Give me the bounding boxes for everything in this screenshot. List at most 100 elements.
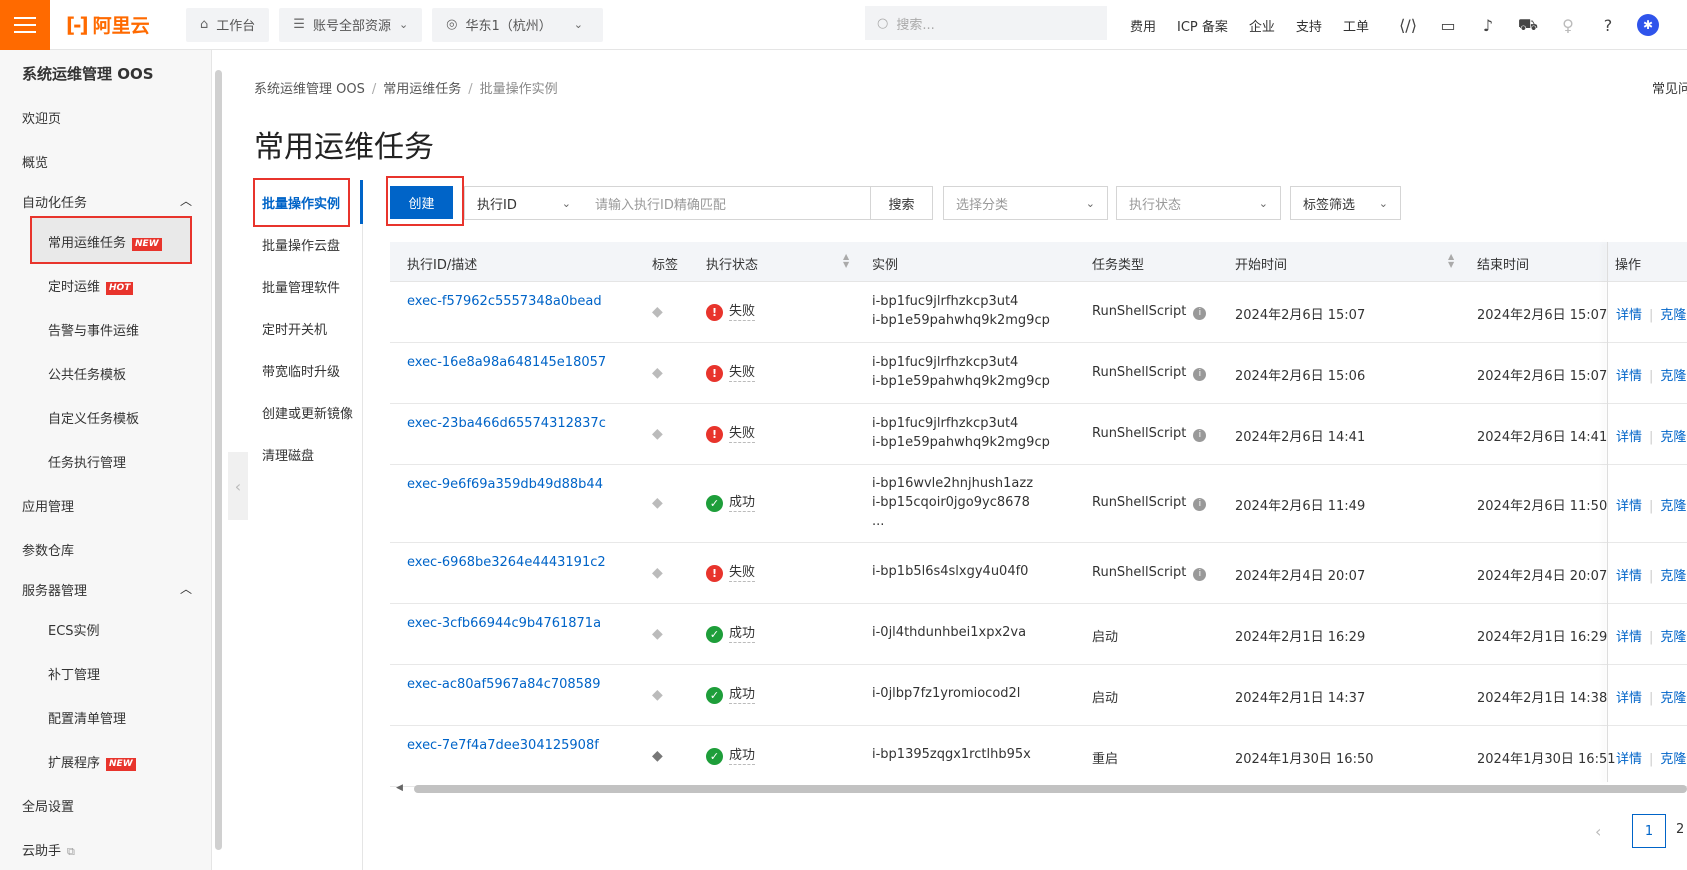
execution-id-input[interactable]: 请输入执行ID精确匹配 [583,186,871,220]
sort-icon[interactable]: ▲ ▼ [1448,253,1454,269]
status-label[interactable]: 失败 [729,565,756,582]
sidebar-item-scheduled[interactable]: 定时运维 HOT [48,276,134,295]
subnav-item-scheduled-power[interactable]: 定时开关机 [262,319,327,338]
status-label[interactable]: 成功 [729,495,756,512]
status-label[interactable]: 失败 [729,426,756,443]
sidebar-scrollbar[interactable] [215,70,222,850]
tag-icon[interactable]: ◆ [652,687,663,703]
cart-icon[interactable]: ⛟ [1517,15,1539,36]
detail-link[interactable]: 详情 [1616,308,1642,323]
status-label[interactable]: 成功 [729,626,756,643]
chevron-up-icon[interactable]: ︿ [180,192,192,209]
resources-dropdown[interactable]: ☰ 账号全部资源 ⌄ [279,7,423,42]
tag-icon[interactable]: ◆ [652,304,663,320]
execution-id-link[interactable]: exec-23ba466d65574312837c [407,416,606,431]
top-link-fee[interactable]: 费用 [1130,16,1156,35]
info-icon[interactable]: i [1193,306,1207,320]
horizontal-scrollbar[interactable]: ◀ [393,783,1687,795]
collapse-sidebar-button[interactable]: ‹ [228,452,248,520]
category-select[interactable]: 选择分类 ⌄ [943,186,1108,220]
subnav-item-bandwidth[interactable]: 带宽临时升级 [262,361,340,380]
execution-id-link[interactable]: exec-16e8a98a648145e18057 [407,355,606,370]
status-label[interactable]: 失败 [729,304,756,321]
tag-icon[interactable]: ◆ [652,495,663,511]
detail-link[interactable]: 详情 [1616,499,1642,514]
top-link-enterprise[interactable]: 企业 [1249,16,1275,35]
sidebar-item-welcome[interactable]: 欢迎页 [22,108,61,127]
status-label[interactable]: 失败 [729,365,756,382]
sort-icon[interactable]: ▲ ▼ [843,253,849,269]
sidebar-item-extensions[interactable]: 扩展程序 NEW [48,752,136,771]
avatar-icon[interactable]: ✱ [1637,14,1659,36]
sidebar-item-inventory[interactable]: 配置清单管理 [48,708,126,727]
execution-id-link[interactable]: exec-6968be3264e4443191c2 [407,555,606,570]
faq-link[interactable]: 常见问 [1652,78,1687,97]
sidebar-item-common-tasks[interactable]: 常用运维任务 NEW [48,232,162,251]
execution-id-link[interactable]: exec-ac80af5967a84c708589 [407,677,600,692]
breadcrumb-item-oos[interactable]: 系统运维管理 OOS [254,82,365,97]
bulb-icon[interactable]: ♀ [1557,16,1579,35]
help-icon[interactable]: ? [1597,16,1619,35]
breadcrumb-item-common-tasks[interactable]: 常用运维任务 [383,82,461,97]
sidebar-group-server[interactable]: 服务器管理 [22,580,87,599]
execution-id-link[interactable]: exec-f57962c5557348a0bead [407,294,602,309]
terminal-icon[interactable]: ▭ [1437,16,1459,35]
clone-link[interactable]: 克隆 [1660,499,1686,514]
field-select[interactable]: 执行ID ⌄ [464,186,584,220]
logo[interactable]: [-] 阿里云 [66,11,176,38]
workbench-button[interactable]: ⌂ 工作台 [186,7,270,42]
page-button-1[interactable]: 1 [1632,814,1666,848]
execution-id-link[interactable]: exec-9e6f69a359db49d88b44 [407,477,603,492]
sidebar-item-public-templates[interactable]: 公共任务模板 [48,364,126,383]
detail-link[interactable]: 详情 [1616,630,1642,645]
sidebar-item-param-store[interactable]: 参数仓库 [22,540,74,559]
clone-link[interactable]: 克隆 [1660,630,1686,645]
bell-icon[interactable]: ♪ [1477,16,1499,35]
tag-icon[interactable]: ◆ [652,565,663,581]
detail-link[interactable]: 详情 [1616,430,1642,445]
subnav-item-image[interactable]: 创建或更新镜像 [262,403,353,422]
clone-link[interactable]: 克隆 [1660,752,1686,767]
clone-link[interactable]: 克隆 [1660,308,1686,323]
sidebar-item-global-settings[interactable]: 全局设置 [22,796,74,815]
search-button[interactable]: 搜索 [870,186,933,220]
sidebar-item-patch[interactable]: 补丁管理 [48,664,100,683]
clone-link[interactable]: 克隆 [1660,430,1686,445]
tag-icon[interactable]: ◆ [652,365,663,381]
subnav-item-batch-disks[interactable]: 批量操作云盘 [262,235,340,254]
sidebar-item-assistant[interactable]: 云助手 ⧉ [22,840,75,859]
sidebar-item-alarm[interactable]: 告警与事件运维 [48,320,139,339]
subnav-item-clean-disk[interactable]: 清理磁盘 [262,445,314,464]
tag-icon[interactable]: ◆ [652,626,663,642]
code-icon[interactable]: ⟨/⟩ [1397,16,1419,35]
prev-page-icon[interactable]: ‹ [1595,822,1601,841]
info-icon[interactable]: i [1193,428,1207,442]
subnav-item-batch-instances[interactable]: 批量操作实例 [262,193,340,212]
status-select[interactable]: 执行状态 ⌄ [1116,186,1281,220]
status-label[interactable]: 成功 [729,748,756,765]
create-button[interactable]: 创建 [390,186,453,219]
subnav-item-batch-software[interactable]: 批量管理软件 [262,277,340,296]
tag-filter-button[interactable]: 标签筛选 ⌄ [1290,186,1401,220]
detail-link[interactable]: 详情 [1616,569,1642,584]
chevron-up-icon[interactable]: ︿ [180,580,192,597]
sidebar-item-overview[interactable]: 概览 [22,152,48,171]
tag-icon[interactable]: ◆ [652,426,663,442]
clone-link[interactable]: 克隆 [1660,691,1686,706]
info-icon[interactable]: i [1193,567,1207,581]
region-dropdown[interactable]: ◎ 华东1（杭州） ⌄ [432,7,604,42]
menu-icon[interactable] [0,0,50,50]
sidebar-item-ecs[interactable]: ECS实例 [48,620,100,639]
page-button-2[interactable]: 2 [1676,822,1684,837]
sidebar-item-app-mgmt[interactable]: 应用管理 [22,496,74,515]
sidebar-item-execution-mgmt[interactable]: 任务执行管理 [48,452,126,471]
global-search-input[interactable]: ○ 搜索... [865,6,1107,40]
scroll-left-icon[interactable]: ◀ [396,783,403,793]
info-icon[interactable]: i [1193,498,1207,511]
info-icon[interactable]: i [1193,367,1207,381]
tag-icon[interactable]: ◆ [652,748,663,764]
top-link-icp[interactable]: ICP 备案 [1177,16,1228,35]
status-label[interactable]: 成功 [729,687,756,704]
clone-link[interactable]: 克隆 [1660,569,1686,584]
scrollbar-thumb[interactable] [414,785,1687,793]
